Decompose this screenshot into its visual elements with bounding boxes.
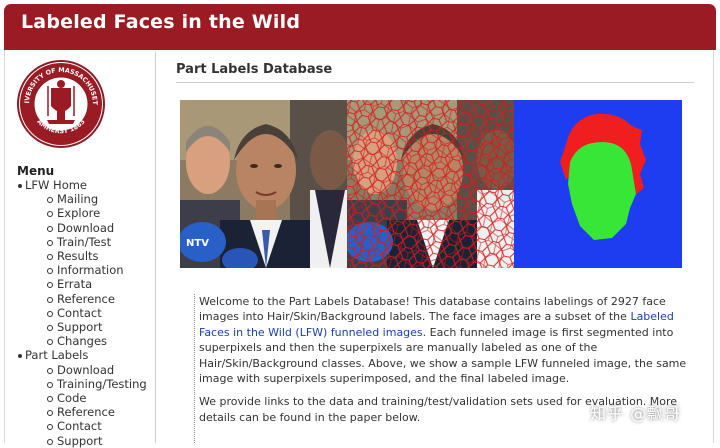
sidebar-item-contact[interactable]: Contact: [5, 306, 147, 320]
sidebar-menu: LFW Home Mailing Explore Download Train/Test…: [5, 178, 147, 448]
sidebar-item-label[interactable]: Reference: [57, 292, 115, 306]
sidebar-item-label[interactable]: Explore: [57, 206, 100, 220]
site-header: Labeled Faces in the Wild: [4, 4, 716, 50]
sidebar-item-label[interactable]: Part Labels: [25, 348, 88, 362]
sidebar-item-train-test[interactable]: Train/Test: [5, 235, 147, 249]
sidebar-item-download[interactable]: Download: [5, 221, 147, 235]
mic-label: NTV: [186, 238, 209, 249]
sidebar-item-support[interactable]: Support: [5, 434, 147, 448]
sidebar-item-label[interactable]: Information: [57, 263, 124, 277]
sidebar-item-label[interactable]: Support: [57, 434, 102, 448]
banner-image-strip: NTV: [180, 100, 682, 268]
superpixel-overlay-image: [347, 100, 514, 268]
sidebar-item-code[interactable]: Code: [5, 391, 147, 405]
page-title: Part Labels Database: [176, 62, 333, 77]
sidebar-item-label[interactable]: Changes: [57, 334, 107, 348]
sidebar-item-label[interactable]: Errata: [57, 277, 92, 291]
intro-paragraph: Welcome to the Part Labels Database! Thi…: [199, 294, 694, 386]
sidebar-item-explore[interactable]: Explore: [5, 206, 147, 220]
sidebar-item-information[interactable]: Information: [5, 263, 147, 277]
sidebar-item-changes[interactable]: Changes: [5, 334, 147, 348]
site-title[interactable]: Labeled Faces in the Wild: [21, 11, 300, 33]
sidebar-item-label[interactable]: Code: [57, 391, 86, 405]
sidebar-item-label[interactable]: Reference: [57, 405, 115, 419]
sidebar-item-label[interactable]: Contact: [57, 306, 102, 320]
sidebar-item-label[interactable]: Train/Test: [57, 235, 111, 249]
title-divider: [176, 82, 694, 83]
umass-seal-logo[interactable]: UNIVERSITY OF MASSACHUSETTS AMHERST 1863: [14, 54, 105, 148]
sidebar-item-reference[interactable]: Reference: [5, 292, 147, 306]
menu-heading: Menu: [17, 164, 55, 178]
sidebar-item-label[interactable]: Contact: [57, 419, 102, 433]
sidebar-item-results[interactable]: Results: [5, 249, 147, 263]
sidebar-item-label[interactable]: LFW Home: [25, 178, 87, 192]
sidebar-item-part-labels[interactable]: Part Labels: [5, 348, 147, 362]
sidebar-item-label[interactable]: Training/Testing: [57, 377, 147, 391]
sidebar-item-reference[interactable]: Reference: [5, 405, 147, 419]
funneled-face-image: NTV: [180, 100, 347, 268]
sidebar-item-label[interactable]: Support: [57, 320, 102, 334]
sidebar-item-mailing[interactable]: Mailing: [5, 192, 147, 206]
sidebar-item-support[interactable]: Support: [5, 320, 147, 334]
sidebar-item-download[interactable]: Download: [5, 363, 147, 377]
sidebar-item-label[interactable]: Download: [57, 363, 114, 377]
zhihu-watermark: 知乎 @飘哥: [590, 404, 682, 423]
sidebar-item-training-testing[interactable]: Training/Testing: [5, 377, 147, 391]
sidebar-item-contact[interactable]: Contact: [5, 419, 147, 433]
sidebar-item-label[interactable]: Results: [57, 249, 99, 263]
sidebar-item-label[interactable]: Mailing: [57, 192, 98, 206]
sidebar-item-label[interactable]: Download: [57, 221, 114, 235]
sidebar-item-errata[interactable]: Errata: [5, 277, 147, 291]
sidebar-item-lfw-home[interactable]: LFW Home: [5, 178, 147, 192]
intro-text-start: Welcome to the Part Labels Database! Thi…: [199, 295, 666, 324]
labeled-segmentation-image: [514, 100, 682, 268]
sidebar: UNIVERSITY OF MASSACHUSETTS AMHERST 1863…: [5, 52, 156, 448]
